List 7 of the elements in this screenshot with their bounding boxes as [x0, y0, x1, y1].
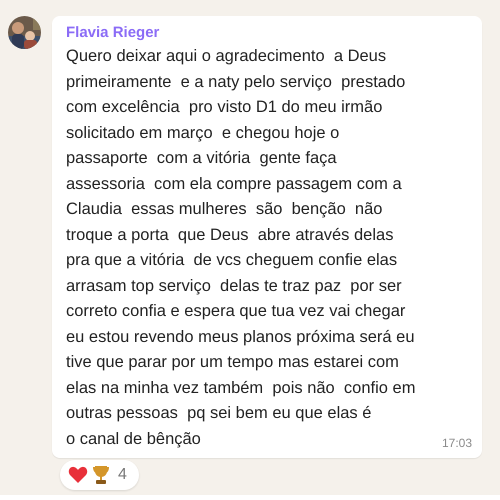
sender-name: Flavia Rieger — [66, 23, 160, 43]
message-time: 17:03 — [442, 435, 472, 452]
reactions-pill[interactable]: 4 — [60, 460, 139, 490]
trophy-icon — [92, 465, 110, 485]
reaction-count: 4 — [118, 465, 127, 485]
heart-icon — [68, 466, 88, 484]
message-text: Quero deixar aqui o agradecimento a Deus primeiramente e a naty pelo serviço prestado com excelência pro visto D1 do meu irmão solicitado em março e chegou hoje o passaporte com a vitória gente faça assessoria com ela compre passagem com a Claudia essas mulheres são benção não troque a porta que Deus abre através delas pra que a vitória de vcs cheguem confie elas arrasam top serviço delas te traz paz por ser correto confia e espera que tua vez vai chegar eu estou revendo meus planos próxima será eu tive que parar por um tempo mas estarei com elas na minha vez também pois não confio em outras pessoas pq sei bem eu que elas é o canal de bênção — [66, 46, 416, 450]
